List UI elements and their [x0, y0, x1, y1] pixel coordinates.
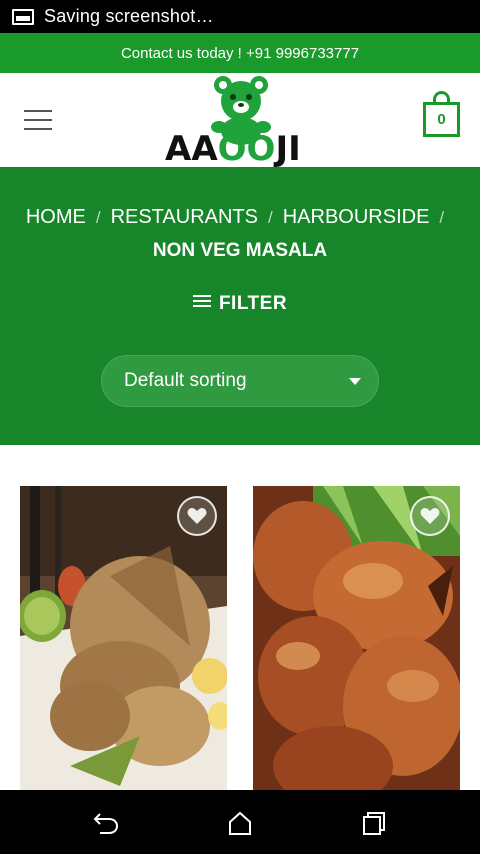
breadcrumb-separator: /: [267, 208, 273, 227]
filter-menu-icon: [192, 295, 211, 308]
recent-apps-button[interactable]: [360, 810, 388, 836]
logo-text: AAOOJI: [165, 129, 301, 169]
site-header: AAOOJI 0: [0, 73, 480, 167]
contact-text[interactable]: Contact us today ! +91 9996733777: [121, 45, 359, 62]
back-icon: [93, 813, 119, 834]
cart-button[interactable]: 0: [423, 91, 460, 137]
heart-icon: [420, 508, 440, 524]
page-title: NON VEG MASALA: [152, 240, 328, 261]
home-icon: [229, 811, 251, 835]
menu-icon[interactable]: [24, 110, 52, 130]
breadcrumb-harbourside[interactable]: HARBOURSIDE: [283, 206, 430, 228]
sort-selected-value: Default sorting: [124, 370, 247, 391]
status-notification: Saving screenshot…: [44, 6, 214, 26]
screenshot-icon: [12, 8, 34, 25]
system-navigation-bar: [0, 790, 480, 854]
back-button[interactable]: [92, 810, 120, 836]
site-logo[interactable]: AAOOJI: [163, 75, 319, 167]
recent-apps-icon: [363, 812, 385, 835]
dropdown-arrow-icon: [349, 378, 361, 385]
filter-label: FILTER: [218, 293, 288, 314]
breadcrumb-home[interactable]: HOME: [26, 206, 86, 228]
status-bar: Saving screenshot…: [0, 0, 480, 33]
breadcrumb-restaurants[interactable]: RESTAURANTS: [111, 206, 258, 228]
contact-bar: Contact us today ! +91 9996733777: [0, 33, 480, 73]
sort-select[interactable]: Default sorting: [101, 355, 379, 407]
heart-icon: [187, 508, 207, 524]
home-button[interactable]: [226, 810, 254, 836]
product-card[interactable]: [20, 486, 227, 790]
wishlist-button[interactable]: [177, 496, 217, 536]
filter-button[interactable]: FILTER: [0, 293, 480, 315]
wishlist-button[interactable]: [410, 496, 450, 536]
breadcrumb-separator: /: [95, 208, 101, 227]
breadcrumb: HOME / RESTAURANTS / HARBOURSIDE / NON VEG MA…: [0, 205, 480, 263]
shop-header: HOME / RESTAURANTS / HARBOURSIDE / NON VEG MA…: [0, 167, 480, 445]
cart-count: 0: [437, 111, 446, 128]
product-card[interactable]: [253, 486, 460, 790]
breadcrumb-separator: /: [439, 208, 445, 227]
